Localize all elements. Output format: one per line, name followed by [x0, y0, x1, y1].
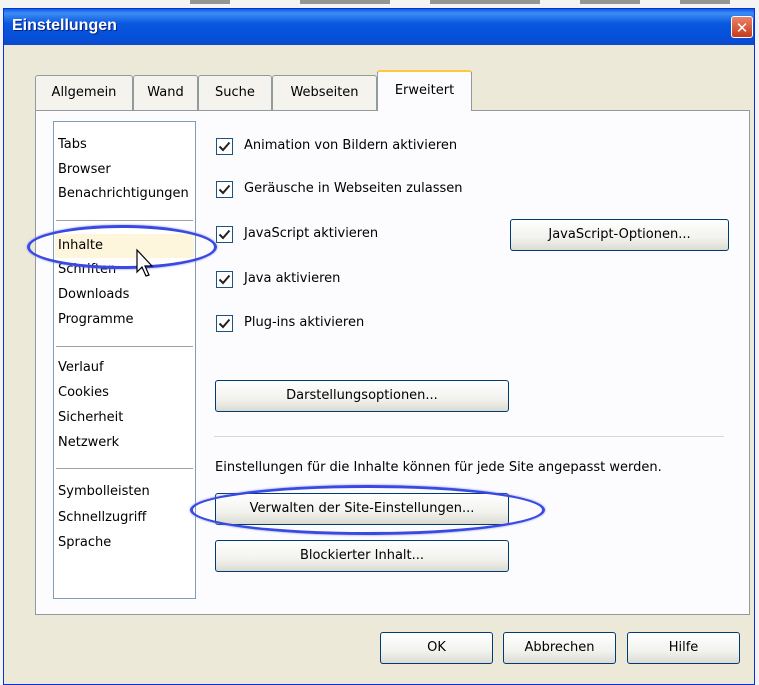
- sidebar-item-cookies[interactable]: Cookies: [58, 385, 109, 400]
- tab-label: Suche: [215, 85, 255, 100]
- checkmark-icon: [218, 318, 231, 329]
- plugins-label: Plug-ins aktivieren: [244, 315, 365, 330]
- sidebar-item-sicherheit[interactable]: Sicherheit: [58, 410, 123, 425]
- background-artifact: [580, 0, 640, 4]
- blocked-content-button[interactable]: Blockierter Inhalt...: [215, 540, 509, 572]
- plugins-checkbox[interactable]: [216, 315, 233, 332]
- tab-label: Wand: [147, 85, 184, 100]
- sidebar-item-browser[interactable]: Browser: [58, 162, 111, 177]
- sidebar-item-symbolleisten[interactable]: Symbolleisten: [58, 484, 150, 499]
- checkmark-icon: [218, 141, 231, 152]
- sidebar-item-netzwerk[interactable]: Netzwerk: [58, 435, 119, 450]
- tab-suche[interactable]: Suche: [198, 75, 272, 110]
- animation-checkbox[interactable]: [216, 138, 233, 155]
- manage-site-settings-button[interactable]: Verwalten der Site-Einstellungen...: [215, 493, 509, 525]
- tab-label: Webseiten: [290, 85, 359, 100]
- sidebar-item-inhalte[interactable]: Inhalte: [55, 234, 194, 258]
- category-list[interactable]: Tabs Browser Benachrichtigungen Inhalte …: [53, 121, 196, 599]
- settings-panel: Tabs Browser Benachrichtigungen Inhalte …: [35, 110, 750, 615]
- tab-label: Erweitert: [394, 83, 455, 98]
- animation-label: Animation von Bildern aktivieren: [244, 138, 458, 153]
- close-icon: ✕: [735, 19, 749, 37]
- tab-allgemein[interactable]: Allgemein: [35, 75, 133, 110]
- section-divider: [214, 436, 724, 437]
- title-bar[interactable]: Einstellungen ✕: [4, 9, 754, 45]
- sidebar-item-verlauf[interactable]: Verlauf: [58, 360, 104, 375]
- sounds-label: Geräusche in Webseiten zulassen: [244, 181, 463, 196]
- ok-button[interactable]: OK: [380, 632, 493, 664]
- sidebar-item-downloads[interactable]: Downloads: [58, 287, 129, 302]
- checkmark-icon: [218, 184, 231, 195]
- site-settings-info: Einstellungen für die Inhalte können für…: [215, 460, 662, 475]
- sidebar-item-schnellzugriff[interactable]: Schnellzugriff: [58, 510, 146, 525]
- sounds-checkbox[interactable]: [216, 181, 233, 198]
- java-label: Java aktivieren: [244, 271, 341, 286]
- sidebar-divider: [56, 220, 193, 221]
- checkmark-icon: [218, 229, 231, 240]
- tab-wand[interactable]: Wand: [133, 75, 198, 110]
- mouse-cursor-icon: [136, 248, 154, 277]
- sidebar-item-tabs[interactable]: Tabs: [58, 137, 87, 152]
- tab-label: Allgemein: [51, 85, 117, 100]
- help-button[interactable]: Hilfe: [627, 632, 740, 664]
- tab-erweitert[interactable]: Erweitert: [377, 70, 472, 111]
- java-checkbox[interactable]: [216, 271, 233, 288]
- sidebar-item-programme[interactable]: Programme: [58, 312, 134, 327]
- background-artifact: [190, 0, 230, 4]
- javascript-options-button[interactable]: JavaScript-Optionen...: [510, 219, 729, 251]
- background-artifact: [680, 0, 730, 4]
- dialog-title: Einstellungen: [12, 17, 117, 34]
- sidebar-item-benachrichtigungen[interactable]: Benachrichtigungen: [58, 186, 189, 201]
- background-artifact: [300, 0, 390, 4]
- sidebar-divider: [56, 468, 193, 469]
- tab-webseiten[interactable]: Webseiten: [272, 75, 377, 110]
- javascript-checkbox[interactable]: [216, 226, 233, 243]
- sidebar-divider: [56, 346, 193, 347]
- close-button[interactable]: ✕: [731, 16, 753, 38]
- display-options-button[interactable]: Darstellungsoptionen...: [215, 380, 509, 412]
- sidebar-item-schriften[interactable]: Schriften: [58, 262, 116, 277]
- sidebar-item-sprache[interactable]: Sprache: [58, 535, 111, 550]
- checkmark-icon: [218, 274, 231, 285]
- cancel-button[interactable]: Abbrechen: [503, 632, 616, 664]
- javascript-label: JavaScript aktivieren: [244, 226, 379, 241]
- background-artifact: [430, 0, 540, 4]
